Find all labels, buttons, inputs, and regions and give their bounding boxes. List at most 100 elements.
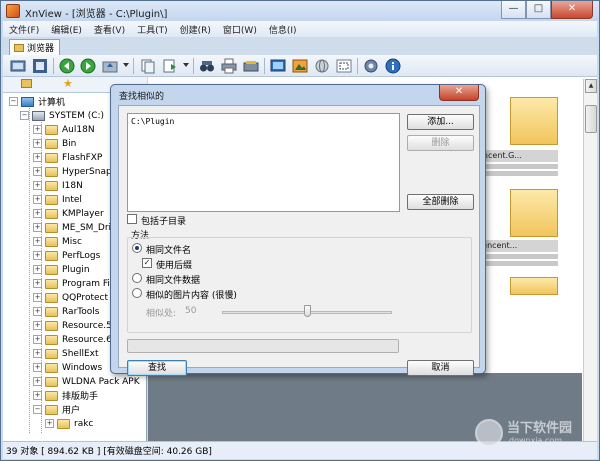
collapse-icon[interactable]: −: [20, 111, 29, 120]
tree-item-folder[interactable]: + Resource.6.2: [33, 333, 120, 346]
expand-icon[interactable]: +: [33, 293, 42, 302]
tree-item-folder[interactable]: + PerfLogs: [33, 249, 100, 262]
tree-item-folder[interactable]: − 用户: [33, 403, 80, 416]
expand-icon[interactable]: +: [33, 153, 42, 162]
add-button[interactable]: 添加...: [407, 114, 474, 130]
scroll-up-icon[interactable]: ▲: [585, 79, 597, 93]
tree-item-folder[interactable]: + Misc: [33, 235, 82, 248]
menu-file[interactable]: 文件(F): [3, 23, 45, 36]
menu-create[interactable]: 创建(R): [174, 23, 217, 36]
batch-button[interactable]: [291, 57, 309, 75]
settings-button[interactable]: [362, 57, 380, 75]
browser-button[interactable]: [9, 57, 27, 75]
expand-icon[interactable]: +: [33, 335, 42, 344]
expand-icon[interactable]: +: [33, 181, 42, 190]
folders-tab-icon[interactable]: [21, 79, 32, 88]
expand-icon[interactable]: +: [33, 349, 42, 358]
expand-icon[interactable]: +: [33, 223, 42, 232]
expand-icon[interactable]: +: [33, 237, 42, 246]
tree-item-folder[interactable]: + Resource.5.1: [33, 319, 120, 332]
title-bar[interactable]: XnView - [浏览器 - C:\Plugin\] — □ ✕: [1, 1, 599, 21]
back-button[interactable]: [58, 57, 76, 75]
close-window-button[interactable]: ✕: [551, 1, 593, 19]
scroll-thumb[interactable]: [585, 105, 597, 133]
expand-icon[interactable]: +: [45, 419, 54, 428]
dialog-close-button[interactable]: ✕: [439, 85, 479, 101]
expand-icon[interactable]: +: [33, 279, 42, 288]
menu-window[interactable]: 窗口(W): [217, 23, 263, 36]
copy-button[interactable]: [139, 57, 157, 75]
chevron-down-icon[interactable]: [183, 63, 189, 67]
folder-thumbnail[interactable]: [510, 97, 558, 145]
tree-item-folder[interactable]: + Plugin: [33, 263, 90, 276]
forward-button[interactable]: [79, 57, 97, 75]
tree-item-folder[interactable]: + rakc: [45, 417, 93, 430]
include-subdirs-checkbox[interactable]: [127, 214, 137, 224]
delete-button[interactable]: 删除: [407, 135, 474, 151]
menu-view[interactable]: 查看(V): [88, 23, 131, 36]
tree-item-folder[interactable]: + Windows: [33, 361, 102, 374]
find-button[interactable]: [198, 57, 216, 75]
menu-edit[interactable]: 编辑(E): [45, 23, 88, 36]
expand-icon[interactable]: +: [33, 391, 42, 400]
expand-icon[interactable]: +: [33, 321, 42, 330]
expand-icon[interactable]: +: [33, 377, 42, 386]
use-suffix-checkbox[interactable]: ✓: [142, 258, 152, 268]
folder-thumbnail[interactable]: [510, 277, 558, 295]
vertical-scrollbar[interactable]: ▲: [583, 79, 597, 441]
move-button[interactable]: [161, 57, 179, 75]
menu-tools[interactable]: 工具(T): [131, 23, 174, 36]
expand-icon[interactable]: +: [33, 265, 42, 274]
radio-similar-image-content[interactable]: [132, 288, 142, 298]
about-button[interactable]: [384, 57, 402, 75]
tree-item-drive-c[interactable]: − SYSTEM (C:): [20, 109, 104, 122]
expand-icon[interactable]: +: [33, 195, 42, 204]
delete-all-button[interactable]: 全部删除: [407, 194, 474, 210]
web-button[interactable]: [313, 57, 331, 75]
tree-item-folder[interactable]: + WLDNA Pack APK: [33, 375, 140, 388]
collapse-icon[interactable]: −: [33, 405, 42, 414]
radio-same-filename[interactable]: [132, 243, 142, 253]
tree-item-folder[interactable]: + Bin: [33, 137, 76, 150]
menu-info[interactable]: 信息(I): [263, 23, 303, 36]
scan-button[interactable]: [242, 57, 260, 75]
tree-item-folder[interactable]: + HyperSnap 6: [33, 165, 120, 178]
expand-icon[interactable]: +: [33, 167, 42, 176]
tree-item-folder[interactable]: + RarTools: [33, 305, 99, 318]
tree-item-folder[interactable]: + ShellExt: [33, 347, 99, 360]
path-list-item[interactable]: C:\Plugin: [131, 117, 174, 126]
cancel-button[interactable]: 取消: [407, 360, 474, 376]
folder-thumbnail[interactable]: [510, 189, 558, 237]
expand-icon[interactable]: +: [33, 363, 42, 372]
find-button[interactable]: 查找: [127, 360, 187, 376]
up-folder-button[interactable]: [101, 57, 119, 75]
expand-icon[interactable]: +: [33, 209, 42, 218]
expand-icon[interactable]: +: [33, 125, 42, 134]
expand-icon[interactable]: +: [33, 307, 42, 316]
minimize-button[interactable]: —: [501, 1, 526, 19]
tree-item-computer[interactable]: − 计算机: [9, 95, 65, 108]
slideshow-button[interactable]: [269, 57, 287, 75]
tab-browser[interactable]: 浏览器: [9, 39, 61, 55]
tree-item-folder[interactable]: + Program File: [33, 277, 118, 290]
tree-item-folder[interactable]: + I18N: [33, 179, 83, 192]
tree-item-folder[interactable]: + Aul18N: [33, 123, 95, 136]
collapse-icon[interactable]: −: [9, 97, 18, 106]
radio-same-file-data[interactable]: [132, 273, 142, 283]
maximize-button[interactable]: □: [526, 1, 551, 19]
capture-button[interactable]: [335, 57, 353, 75]
tree-item-folder[interactable]: + QQProtect: [33, 291, 108, 304]
print-button[interactable]: [220, 57, 238, 75]
expand-icon[interactable]: +: [33, 251, 42, 260]
tree-item-folder[interactable]: + ME_SM_Driv: [33, 221, 116, 234]
fullscreen-button[interactable]: [31, 57, 49, 75]
path-list[interactable]: C:\Plugin: [127, 113, 400, 212]
favorites-star-icon[interactable]: ★: [63, 77, 73, 90]
tree-item-folder[interactable]: + FlashFXP: [33, 151, 102, 164]
chevron-down-icon[interactable]: [123, 63, 129, 67]
expand-icon[interactable]: +: [33, 139, 42, 148]
similarity-slider-thumb[interactable]: [304, 305, 311, 317]
tree-item-folder[interactable]: + KMPlayer: [33, 207, 104, 220]
tree-item-folder[interactable]: + Intel: [33, 193, 82, 206]
tree-item-folder[interactable]: + 排版助手: [33, 389, 98, 402]
